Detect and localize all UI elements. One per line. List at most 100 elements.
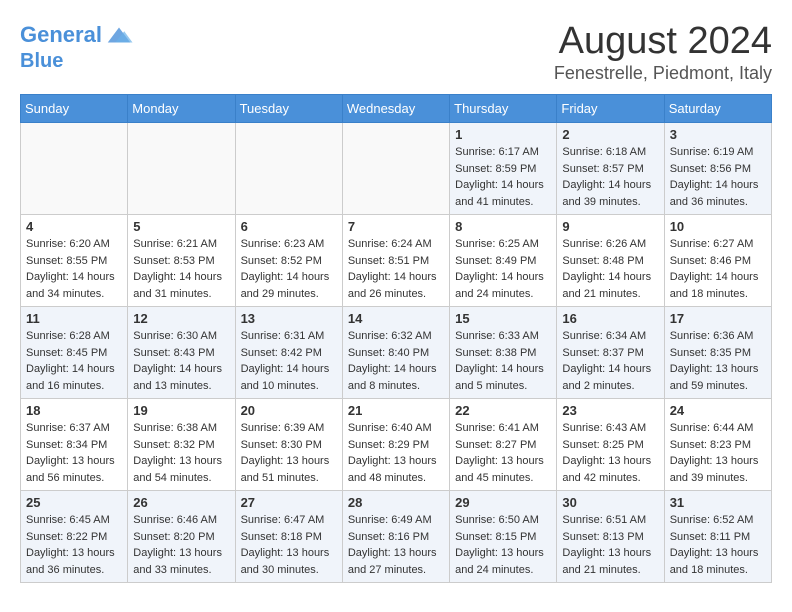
calendar-cell: 4 Sunrise: 6:20 AM Sunset: 8:55 PM Daylig… <box>21 215 128 307</box>
day-info: Sunrise: 6:25 AM Sunset: 8:49 PM Dayligh… <box>455 236 551 302</box>
day-number: 7 <box>348 219 444 234</box>
day-info: Sunrise: 6:27 AM Sunset: 8:46 PM Dayligh… <box>670 236 766 302</box>
day-info: Sunrise: 6:43 AM Sunset: 8:25 PM Dayligh… <box>562 420 658 486</box>
calendar-cell: 29 Sunrise: 6:50 AM Sunset: 8:15 PM Dayli… <box>450 491 557 583</box>
calendar-cell: 5Sunrise: 6:21 AM Sunset: 8:53 PM Daylig… <box>128 215 235 307</box>
calendar-cell <box>235 123 342 215</box>
day-info: Sunrise: 6:34 AM Sunset: 8:37 PM Dayligh… <box>562 328 658 394</box>
day-info: Sunrise: 6:24 AM Sunset: 8:51 PM Dayligh… <box>348 236 444 302</box>
logo: General Blue <box>20 20 134 72</box>
calendar-cell: 23 Sunrise: 6:43 AM Sunset: 8:25 PM Dayli… <box>557 399 664 491</box>
weekday-header-row: SundayMondayTuesdayWednesdayThursdayFrid… <box>21 95 772 123</box>
day-number: 22 <box>455 403 551 418</box>
day-number: 23 <box>562 403 658 418</box>
calendar-table: SundayMondayTuesdayWednesdayThursdayFrid… <box>20 94 772 583</box>
day-number: 8 <box>455 219 551 234</box>
logo-icon <box>104 20 134 50</box>
day-number: 15 <box>455 311 551 326</box>
day-number: 4 <box>26 219 122 234</box>
calendar-cell: 1 Sunrise: 6:17 AM Sunset: 8:59 PM Daylig… <box>450 123 557 215</box>
day-number: 13 <box>241 311 337 326</box>
day-info: Sunrise: 6:20 AM Sunset: 8:55 PM Dayligh… <box>26 236 122 302</box>
calendar-cell: 15 Sunrise: 6:33 AM Sunset: 8:38 PM Dayli… <box>450 307 557 399</box>
calendar-week-row: 4 Sunrise: 6:20 AM Sunset: 8:55 PM Daylig… <box>21 215 772 307</box>
day-info: Sunrise: 6:33 AM Sunset: 8:38 PM Dayligh… <box>455 328 551 394</box>
calendar-cell: 19 Sunrise: 6:38 AM Sunset: 8:32 PM Dayli… <box>128 399 235 491</box>
calendar-week-row: 1 Sunrise: 6:17 AM Sunset: 8:59 PM Daylig… <box>21 123 772 215</box>
day-info: Sunrise: 6:38 AM Sunset: 8:32 PM Dayligh… <box>133 420 229 486</box>
calendar-cell: 14Sunrise: 6:32 AM Sunset: 8:40 PM Dayli… <box>342 307 449 399</box>
day-number: 21 <box>348 403 444 418</box>
calendar-cell <box>342 123 449 215</box>
day-info: Sunrise: 6:18 AM Sunset: 8:57 PM Dayligh… <box>562 144 658 210</box>
logo-blue: Blue <box>20 50 134 72</box>
day-number: 16 <box>562 311 658 326</box>
day-number: 28 <box>348 495 444 510</box>
calendar-cell: 24Sunrise: 6:44 AM Sunset: 8:23 PM Dayli… <box>664 399 771 491</box>
day-info: Sunrise: 6:28 AM Sunset: 8:45 PM Dayligh… <box>26 328 122 394</box>
day-info: Sunrise: 6:32 AM Sunset: 8:40 PM Dayligh… <box>348 328 444 394</box>
day-info: Sunrise: 6:30 AM Sunset: 8:43 PM Dayligh… <box>133 328 229 394</box>
day-info: Sunrise: 6:31 AM Sunset: 8:42 PM Dayligh… <box>241 328 337 394</box>
calendar-cell: 26 Sunrise: 6:46 AM Sunset: 8:20 PM Dayli… <box>128 491 235 583</box>
calendar-cell: 17Sunrise: 6:36 AM Sunset: 8:35 PM Dayli… <box>664 307 771 399</box>
page-header: General Blue August 2024 Fenestrelle, Pi… <box>20 20 772 84</box>
weekday-header: Tuesday <box>235 95 342 123</box>
month-title: August 2024 <box>554 20 772 63</box>
day-info: Sunrise: 6:46 AM Sunset: 8:20 PM Dayligh… <box>133 512 229 578</box>
day-number: 10 <box>670 219 766 234</box>
calendar-cell <box>21 123 128 215</box>
calendar-cell: 7 Sunrise: 6:24 AM Sunset: 8:51 PM Daylig… <box>342 215 449 307</box>
day-number: 5 <box>133 219 229 234</box>
day-number: 25 <box>26 495 122 510</box>
weekday-header: Thursday <box>450 95 557 123</box>
day-info: Sunrise: 6:40 AM Sunset: 8:29 PM Dayligh… <box>348 420 444 486</box>
calendar-cell: 27 Sunrise: 6:47 AM Sunset: 8:18 PM Dayli… <box>235 491 342 583</box>
calendar-week-row: 25 Sunrise: 6:45 AM Sunset: 8:22 PM Dayli… <box>21 491 772 583</box>
day-info: Sunrise: 6:52 AM Sunset: 8:11 PM Dayligh… <box>670 512 766 578</box>
weekday-header: Saturday <box>664 95 771 123</box>
day-info: Sunrise: 6:36 AM Sunset: 8:35 PM Dayligh… <box>670 328 766 394</box>
weekday-header: Wednesday <box>342 95 449 123</box>
day-number: 27 <box>241 495 337 510</box>
calendar-cell: 16 Sunrise: 6:34 AM Sunset: 8:37 PM Dayli… <box>557 307 664 399</box>
day-info: Sunrise: 6:23 AM Sunset: 8:52 PM Dayligh… <box>241 236 337 302</box>
title-block: August 2024 Fenestrelle, Piedmont, Italy <box>554 20 772 84</box>
calendar-cell: 20 Sunrise: 6:39 AM Sunset: 8:30 PM Dayli… <box>235 399 342 491</box>
day-number: 20 <box>241 403 337 418</box>
calendar-cell: 13 Sunrise: 6:31 AM Sunset: 8:42 PM Dayli… <box>235 307 342 399</box>
day-info: Sunrise: 6:49 AM Sunset: 8:16 PM Dayligh… <box>348 512 444 578</box>
calendar-cell: 22 Sunrise: 6:41 AM Sunset: 8:27 PM Dayli… <box>450 399 557 491</box>
day-number: 31 <box>670 495 766 510</box>
calendar-cell: 31 Sunrise: 6:52 AM Sunset: 8:11 PM Dayli… <box>664 491 771 583</box>
calendar-cell: 8 Sunrise: 6:25 AM Sunset: 8:49 PM Daylig… <box>450 215 557 307</box>
logo-text: General <box>20 23 102 47</box>
calendar-cell: 10 Sunrise: 6:27 AM Sunset: 8:46 PM Dayli… <box>664 215 771 307</box>
day-number: 29 <box>455 495 551 510</box>
day-number: 18 <box>26 403 122 418</box>
day-number: 30 <box>562 495 658 510</box>
day-info: Sunrise: 6:47 AM Sunset: 8:18 PM Dayligh… <box>241 512 337 578</box>
day-info: Sunrise: 6:37 AM Sunset: 8:34 PM Dayligh… <box>26 420 122 486</box>
calendar-cell: 12Sunrise: 6:30 AM Sunset: 8:43 PM Dayli… <box>128 307 235 399</box>
calendar-week-row: 11Sunrise: 6:28 AM Sunset: 8:45 PM Dayli… <box>21 307 772 399</box>
day-info: Sunrise: 6:19 AM Sunset: 8:56 PM Dayligh… <box>670 144 766 210</box>
day-info: Sunrise: 6:17 AM Sunset: 8:59 PM Dayligh… <box>455 144 551 210</box>
calendar-cell: 18 Sunrise: 6:37 AM Sunset: 8:34 PM Dayli… <box>21 399 128 491</box>
calendar-cell: 25 Sunrise: 6:45 AM Sunset: 8:22 PM Dayli… <box>21 491 128 583</box>
day-number: 26 <box>133 495 229 510</box>
location-title: Fenestrelle, Piedmont, Italy <box>554 63 772 84</box>
day-info: Sunrise: 6:41 AM Sunset: 8:27 PM Dayligh… <box>455 420 551 486</box>
calendar-cell <box>128 123 235 215</box>
day-info: Sunrise: 6:50 AM Sunset: 8:15 PM Dayligh… <box>455 512 551 578</box>
calendar-week-row: 18 Sunrise: 6:37 AM Sunset: 8:34 PM Dayli… <box>21 399 772 491</box>
day-number: 1 <box>455 127 551 142</box>
weekday-header: Friday <box>557 95 664 123</box>
calendar-cell: 6Sunrise: 6:23 AM Sunset: 8:52 PM Daylig… <box>235 215 342 307</box>
day-info: Sunrise: 6:39 AM Sunset: 8:30 PM Dayligh… <box>241 420 337 486</box>
day-info: Sunrise: 6:51 AM Sunset: 8:13 PM Dayligh… <box>562 512 658 578</box>
day-number: 19 <box>133 403 229 418</box>
day-number: 24 <box>670 403 766 418</box>
day-info: Sunrise: 6:45 AM Sunset: 8:22 PM Dayligh… <box>26 512 122 578</box>
day-info: Sunrise: 6:26 AM Sunset: 8:48 PM Dayligh… <box>562 236 658 302</box>
